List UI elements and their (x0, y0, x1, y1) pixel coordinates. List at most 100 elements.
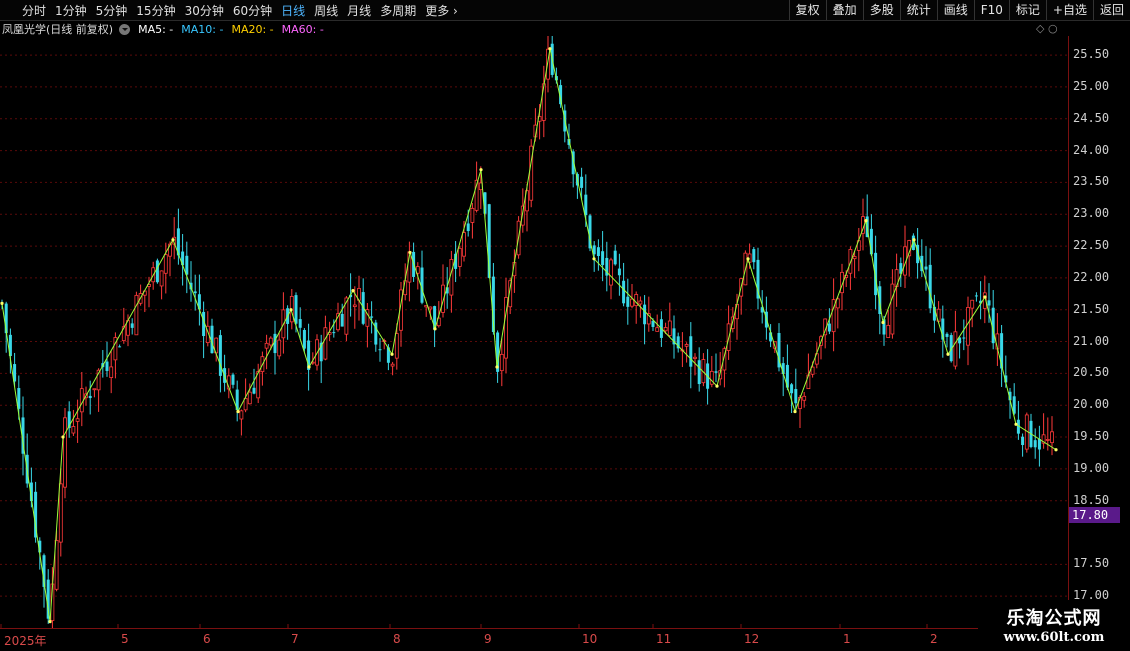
date-label: 8 (393, 632, 401, 646)
toolbar-button-5[interactable]: F10 (973, 0, 1009, 20)
zigzag-pivot (433, 327, 437, 331)
candle-body (79, 388, 84, 413)
current-price-tag: 17.80 (1069, 507, 1121, 523)
candle-body (697, 360, 701, 385)
candle-body (852, 256, 857, 260)
candlestick-chart[interactable] (0, 36, 1068, 628)
zigzag-pivot (408, 250, 412, 255)
candle-body (613, 250, 617, 265)
candle-body (667, 320, 672, 336)
ma5-label: MA5: - (138, 22, 174, 36)
period-tab-7[interactable]: 周线 (314, 2, 338, 19)
price-tick: 21.50 (1073, 301, 1110, 316)
zigzag-pivot (746, 257, 750, 261)
zigzag-pivot (351, 289, 355, 293)
stock-name: 凤凰光学(日线 前复权) (2, 23, 114, 36)
candle-body (302, 330, 306, 349)
zigzag-pivot (495, 365, 499, 369)
candle-body (790, 384, 794, 394)
period-tab-3[interactable]: 15分钟 (136, 2, 175, 19)
watermark-logo: 乐淘公式网 www.60lt.com (978, 600, 1130, 650)
period-tab-2[interactable]: 5分钟 (96, 2, 128, 19)
candle-body (71, 426, 76, 434)
toolbar-button-4[interactable]: 画线 (936, 0, 974, 20)
zigzag-pivot (881, 320, 885, 325)
candle-body (928, 264, 932, 309)
candle-body (924, 266, 928, 270)
candle-body (155, 260, 159, 283)
top-toolbar: 分时 1分钟 5分钟 15分钟 30分钟 60分钟 日线 周线 月线 多周期 更多 › 复权 叠加 多股… (0, 0, 1130, 21)
period-tab-8[interactable]: 月线 (347, 2, 371, 19)
candle-body (886, 324, 891, 338)
toolbar-button-1[interactable]: 叠加 (825, 0, 863, 20)
candle-body (298, 319, 302, 328)
candle-body (323, 327, 328, 360)
period-tabs: 分时 1分钟 5分钟 15分钟 30分钟 60分钟 日线 周线 月线 多周期 更多 › (22, 0, 458, 20)
price-tick: 19.00 (1073, 460, 1110, 475)
price-tick: 17.50 (1073, 556, 1110, 571)
circle-icon[interactable]: ○ (1048, 22, 1058, 35)
period-tab-4[interactable]: 30分钟 (185, 2, 224, 19)
price-tick: 18.50 (1073, 492, 1110, 507)
indicator-settings-icon[interactable] (119, 23, 131, 35)
toolbar-button-0[interactable]: 复权 (788, 0, 826, 20)
candle-body (118, 346, 122, 348)
zigzag-pivot (390, 352, 394, 356)
price-tick: 20.50 (1073, 365, 1110, 380)
candle-body (974, 295, 978, 297)
candle-body (243, 398, 248, 411)
period-tab-1[interactable]: 1分钟 (55, 2, 87, 19)
period-tab-5[interactable]: 60分钟 (233, 2, 272, 19)
zigzag-pivot (946, 352, 950, 356)
candle-body (109, 366, 114, 378)
candle-body (1033, 440, 1037, 448)
candles (0, 36, 1054, 628)
date-label: 6 (203, 632, 211, 646)
candle-body (601, 251, 605, 266)
period-tab-0[interactable]: 分时 (22, 2, 46, 19)
candle-body (466, 223, 470, 232)
toolbar-button-8[interactable]: 返回 (1092, 0, 1130, 20)
candle-body (390, 363, 395, 367)
toolbar-button-7[interactable]: +自选 (1045, 0, 1093, 20)
date-label: 5 (121, 632, 129, 646)
toolbar-button-6[interactable]: 标记 (1008, 0, 1046, 20)
diamond-icon[interactable]: ◇ (1036, 22, 1044, 35)
candle-body (580, 176, 584, 188)
zigzag-pivot (289, 308, 293, 312)
price-tick: 25.50 (1073, 47, 1110, 62)
candle-body (622, 280, 626, 304)
candle-body (1021, 436, 1025, 446)
period-tab-6[interactable]: 日线 (281, 2, 305, 19)
date-label: 9 (484, 632, 492, 646)
price-tick: 23.00 (1073, 206, 1110, 221)
candle-body (794, 389, 798, 404)
candle-body (193, 291, 197, 294)
zigzag-pivot (864, 219, 868, 223)
candle-body (88, 395, 92, 399)
period-tab-9[interactable]: 多周期 (380, 2, 416, 19)
candle-body (185, 255, 189, 275)
candle-body (218, 335, 222, 376)
zigzag-pivot (548, 47, 552, 51)
toolbar-button-2[interactable]: 多股 (862, 0, 900, 20)
candle-body (277, 339, 282, 357)
candle-body (584, 194, 588, 216)
candle-body (663, 327, 668, 332)
candle-body (163, 254, 168, 274)
candle-body (655, 327, 660, 332)
candle-body (1050, 431, 1054, 444)
toolbar-button-3[interactable]: 统计 (899, 0, 937, 20)
zigzag-pivot (1014, 422, 1018, 426)
candle-body (945, 333, 949, 337)
zigzag-pivot (793, 409, 797, 414)
candle-body (953, 331, 958, 367)
date-label: 2025年 (4, 634, 47, 648)
period-tab-10[interactable]: 更多 › (425, 2, 458, 19)
price-tick: 20.00 (1073, 397, 1110, 412)
candle-body (264, 342, 269, 349)
date-axis: 2025年 5 6 7 8 9 10 11 12 1 2 (0, 628, 1068, 651)
zigzag-pivot (48, 620, 52, 624)
candle-body (609, 259, 613, 286)
candle-body (643, 304, 647, 325)
